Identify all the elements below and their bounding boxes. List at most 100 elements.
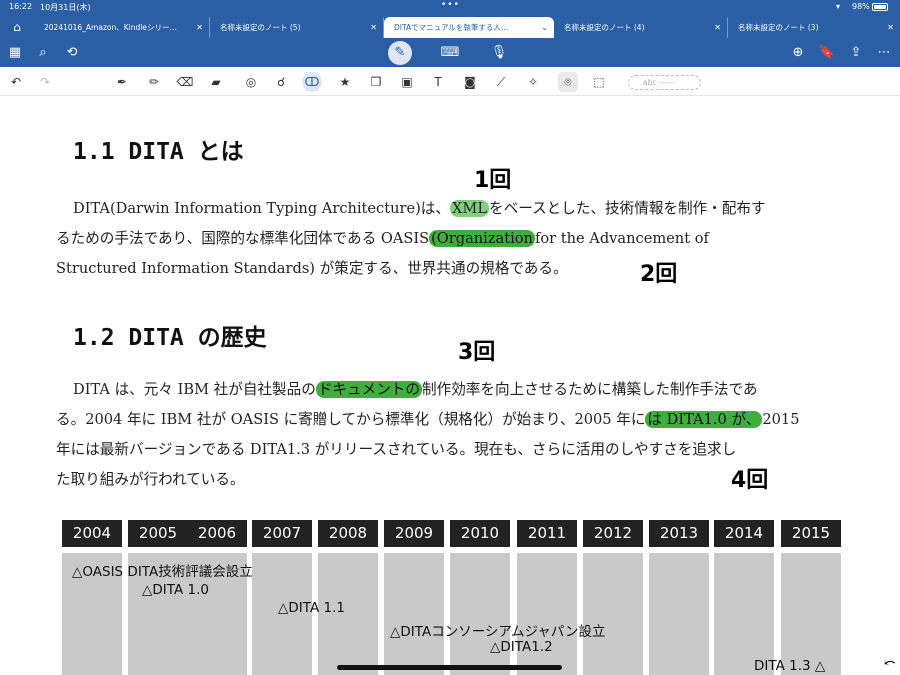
more-icon[interactable]: ⋯ [874,43,894,63]
search-icon[interactable]: ⌕ [33,43,53,63]
tab-bar: ⌂ 20241016_Amazon、Kindleシリー… ✕ 名称未設定のノート … [0,14,900,38]
event-dita-consortium-japan: △DITAコンソーシアムジャパン設立 [390,624,606,640]
tab-dita-manual[interactable]: DITAでマニュアルを執筆する人… ⌄ [384,17,554,38]
document-page[interactable]: 1.1 DITA とは DITA(Darwin Information Typi… [0,96,900,675]
year-2015: 2015 [781,520,841,547]
tab-label: DITAでマニュアルを執筆する人… [394,23,509,32]
section-1-title: 1.1 DITA とは [73,139,244,165]
shape-icon[interactable]: ◎ [241,72,261,92]
handwritten-annotation-2: 2回 [640,262,678,287]
paragraph-line: た取り組みが行われている。 [56,471,245,488]
ruler-icon[interactable]: ⟋ [491,72,511,92]
lasso-icon[interactable]: ☌ [271,72,291,92]
tab-note-3[interactable]: 名称未設定のノート (3) ✕ [728,17,900,38]
sticker-icon[interactable]: ★ [335,72,355,92]
main-toolbar: ▦ ⌕ ⟲ ✎ ⌨ 🎙 ⊕ 🔖 ⇪ ⋯ [0,38,900,67]
share-icon[interactable]: ⇪ [846,43,866,63]
close-icon[interactable]: ✕ [887,17,894,38]
home-indicator[interactable] [337,665,562,670]
timeline-column [714,553,774,675]
timeline-column [583,553,643,675]
paragraph-line: 年には最新バージョンである DITA1.3 がリリースされている。現在も、さらに… [56,441,737,458]
event-dita-1-3: DITA 1.3 △ [754,658,826,674]
close-icon[interactable]: ✕ [196,17,203,38]
text-style-field[interactable]: abc ------ [628,75,701,90]
redo-icon[interactable]: ↷ [35,72,55,92]
paragraph-line: る。2004 年に IBM 社が OASIS に寄贈してから標準化（規格化）が始… [56,411,800,428]
section-1-paragraph: DITA(Darwin Information Typing Architect… [56,194,842,284]
lasso-select-icon[interactable]: ↀ [302,72,322,92]
battery-icon [872,3,888,11]
timeline-column [384,553,444,675]
text-box-icon[interactable]: T [428,72,448,92]
pen-icon[interactable]: ✒ [112,72,132,92]
highlight-xml: XML [450,200,490,217]
wifi-icon: ▾ [836,2,841,11]
tab-label: 20241016_Amazon、Kindleシリー… [44,23,177,32]
handwritten-annotation-4: 4回 [731,468,769,493]
tab-note-5[interactable]: 名称未設定のノート (5) ✕ [210,17,384,38]
tab-amazon-kindle[interactable]: 20241016_Amazon、Kindleシリー… ✕ [34,17,210,38]
timeline-column [781,553,841,675]
bookmark-icon[interactable]: 🔖 [817,43,837,63]
paragraph-line: DITA(Darwin Information Typing Architect… [73,200,766,217]
section-2-paragraph: DITA は、元々 IBM 社が自社製品の ドキュメントの 制作効率を向上させるため… [56,375,842,495]
event-dita-1-1: △DITA 1.1 [278,600,345,616]
year-2006: 2006 [187,520,247,547]
pencil-icon[interactable]: ✏ [144,72,164,92]
status-date: 10月31日(木) [40,3,91,12]
multitasking-dots[interactable]: ••• [441,0,460,10]
close-icon[interactable]: ✕ [714,17,721,38]
close-icon[interactable]: ✕ [370,17,377,38]
event-dita-1-2: △DITA1.2 [490,639,553,655]
event-oasis-committee: △OASIS DITA技術評議会設立 [72,564,253,580]
keyboard-icon[interactable]: ⌨ [440,43,460,63]
paragraph-line: DITA は、元々 IBM 社が自社製品の ドキュメントの 制作効率を向上させるため… [73,381,758,398]
section-2-title: 1.2 DITA の歴史 [73,325,267,351]
tab-label: 名称未設定のノート (5) [220,23,301,32]
timeline-column [649,553,709,675]
pen-mode-icon[interactable]: ✎ [388,41,412,65]
year-2004: 2004 [62,520,122,547]
tool-palette: ↶ ↷ ✒ ✏ ⌫ ▰ ◎ ☌ ↀ ★ ❐ ▣ T ◙ ⟋ ✧ ⌾ ⬚ abc … [0,67,900,96]
undo-icon[interactable]: ↶ [6,72,26,92]
image-icon[interactable]: ▣ [397,72,417,92]
timeline-column [450,553,510,675]
selection-box-icon[interactable]: ⬚ [589,72,609,92]
year-2009: 2009 [384,520,444,547]
paragraph-line: Structured Information Standards) が策定する、… [56,260,568,277]
paragraph-line: るための手法であり、国際的な標準化団体である OASIS (Organizatio… [56,230,709,247]
element-icon[interactable]: ❐ [366,72,386,92]
year-2013: 2013 [649,520,709,547]
highlight-dita10: は DITA1.0 が、 [645,411,763,428]
eraser-icon[interactable]: ⌫ [175,72,195,92]
battery-percent: 98% [852,2,870,11]
year-2007: 2007 [252,520,312,547]
page-curl-icon[interactable]: ⤺ [884,655,896,671]
chevron-down-icon[interactable]: ⌄ [541,17,548,38]
year-2011: 2011 [517,520,577,547]
lasso-tool-active-icon[interactable]: ⌾ [558,72,578,92]
laser-pointer-icon[interactable]: ✧ [523,72,543,92]
grid-view-icon[interactable]: ▦ [5,43,25,63]
camera-icon[interactable]: ◙ [460,72,480,92]
event-dita-1-0: △DITA 1.0 [142,582,209,598]
lasso-share-icon[interactable]: ⟲ [62,43,82,63]
highlight-organization: (Organization [429,230,535,247]
year-2005: 2005 [128,520,188,547]
highlighter-icon[interactable]: ▰ [206,72,226,92]
year-2010: 2010 [450,520,510,547]
year-2008: 2008 [318,520,378,547]
add-page-icon[interactable]: ⊕ [788,43,808,63]
timeline-column [517,553,577,675]
home-icon[interactable]: ⌂ [8,18,26,36]
tab-note-4[interactable]: 名称未設定のノート (4) ✕ [554,17,728,38]
status-time: 16:22 [9,2,33,11]
handwritten-annotation-3: 3回 [458,340,496,365]
microphone-icon[interactable]: 🎙 [489,43,509,63]
handwritten-annotation-1: 1回 [474,168,512,193]
status-bar: 16:22 10月31日(木) ••• ▾ 98% [0,0,900,14]
highlight-document: ドキュメントの [315,381,422,398]
year-2012: 2012 [583,520,643,547]
tab-label: 名称未設定のノート (4) [564,23,645,32]
